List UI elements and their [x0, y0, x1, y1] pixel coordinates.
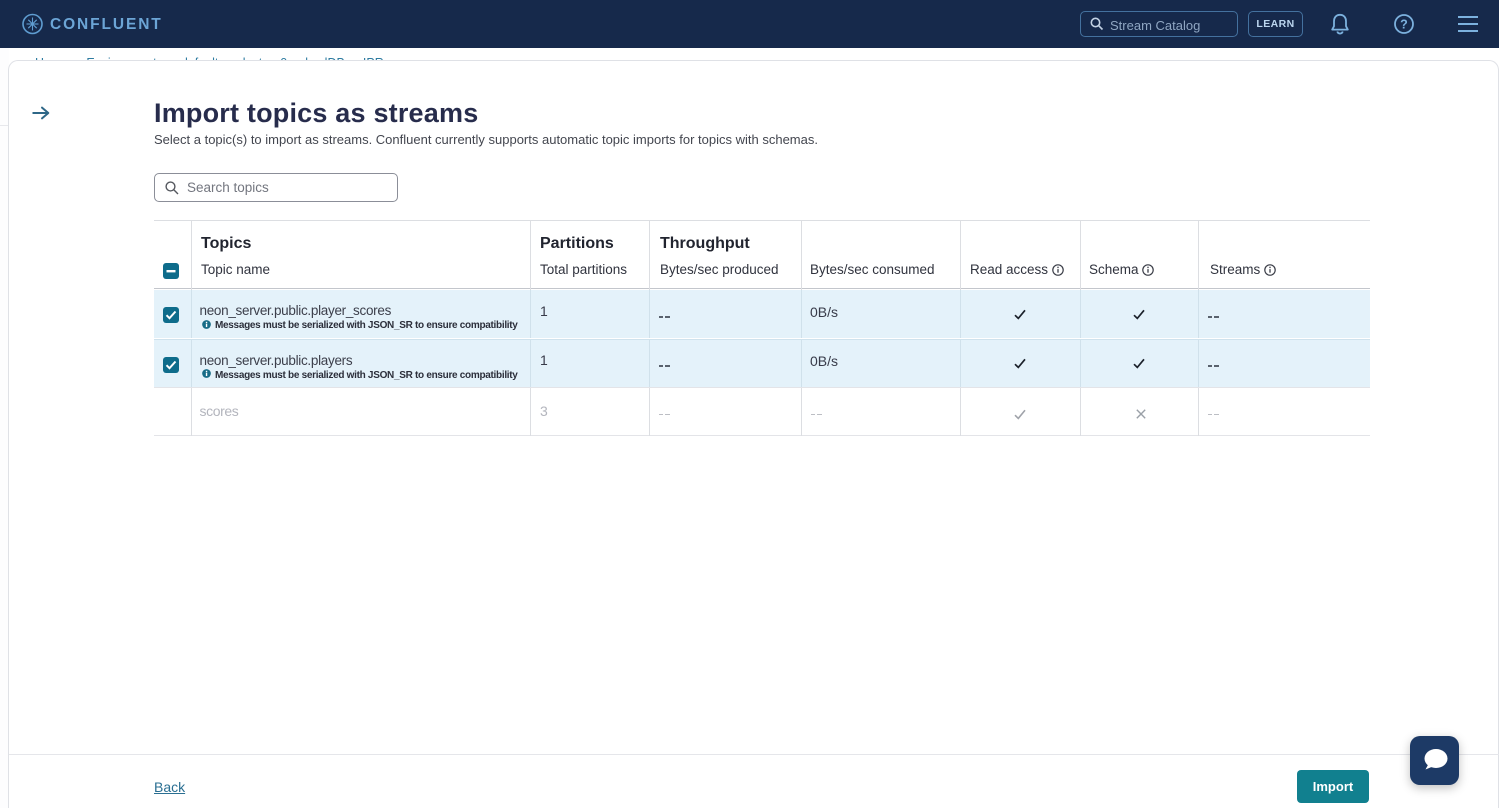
svg-text:?: ? [1400, 18, 1408, 32]
